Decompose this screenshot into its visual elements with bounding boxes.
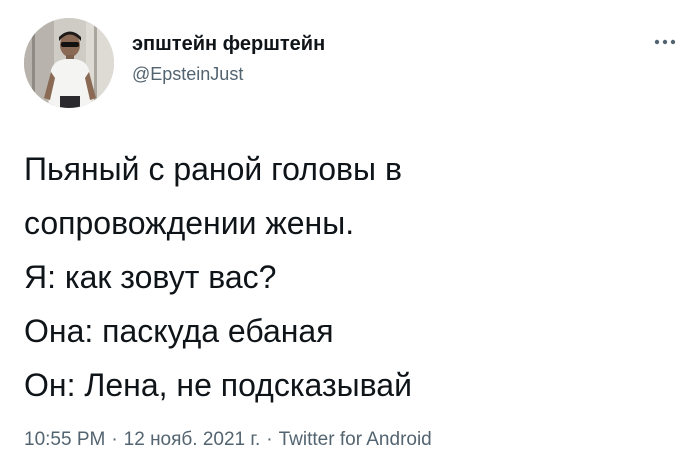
profile-photo-icon	[24, 18, 114, 108]
tweet-text-line: сопровождении жены.	[24, 205, 355, 241]
tweet-date[interactable]: 12 нояб. 2021 г.	[124, 429, 261, 450]
user-handle[interactable]: @EpsteinJust	[132, 62, 325, 86]
tweet-text-line: Он: Лена, не подсказывай	[24, 367, 412, 403]
user-info: эпштейн ферштейн @EpsteinJust	[132, 32, 325, 86]
tweet-metadata: 10:55 PM · 12 нояб. 2021 г. · Twitter for An…	[24, 428, 432, 452]
tweet-text-line: Я: как зовут вас?	[24, 259, 277, 295]
avatar[interactable]	[24, 18, 114, 108]
tweet-text-line: Она: паскуда ебаная	[24, 313, 334, 349]
tweet-text-line: Пьяный с раной головы в	[24, 151, 402, 187]
tweet-text: Пьяный с раной головы в сопровождении же…	[24, 142, 674, 412]
separator: ·	[111, 429, 118, 450]
more-dots-icon	[654, 39, 676, 45]
separator: ·	[266, 429, 273, 450]
display-name[interactable]: эпштейн ферштейн	[132, 32, 325, 56]
tweet-source-link[interactable]: Twitter for Android	[279, 429, 432, 450]
tweet-card: эпштейн ферштейн @EpsteinJust Пьяный с р…	[0, 0, 700, 470]
more-options-button[interactable]	[648, 30, 682, 54]
tweet-time[interactable]: 10:55 PM	[24, 429, 105, 450]
